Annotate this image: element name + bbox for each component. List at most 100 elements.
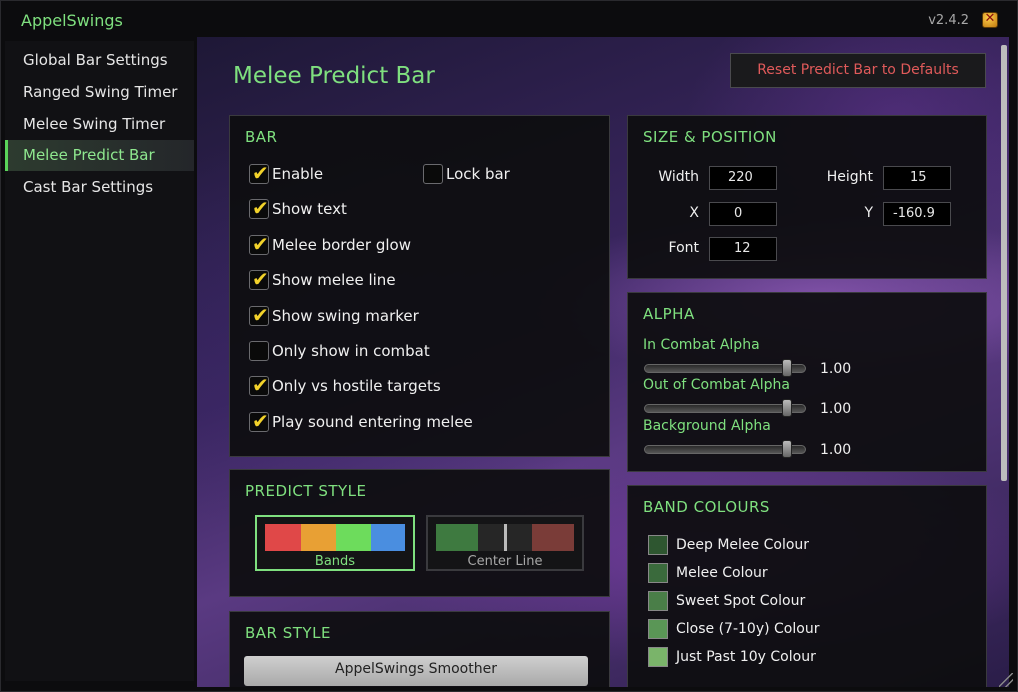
page-title: Melee Predict Bar: [233, 63, 435, 89]
panel-title: BAR STYLE: [245, 624, 331, 642]
melee-colour-picker[interactable]: Melee Colour: [648, 563, 768, 583]
band-colours-panel: BAND COLOURS Deep Melee Colour Melee Col…: [627, 485, 987, 687]
colour-label: Deep Melee Colour: [676, 537, 810, 553]
bar-style-panel: BAR STYLE AppelSwings Smoother: [229, 611, 610, 687]
out-of-combat-alpha-label: Out of Combat Alpha: [643, 377, 790, 393]
band-segment-green: [336, 524, 371, 551]
bar-style-dropdown[interactable]: AppelSwings Smoother: [244, 656, 588, 686]
y-label: Y: [864, 205, 873, 221]
in-combat-alpha-value: 1.00: [820, 361, 852, 377]
checkbox-label: Play sound entering melee: [272, 413, 473, 431]
checkbox-label: Only vs hostile targets: [272, 377, 441, 395]
colour-label: Just Past 10y Colour: [676, 649, 816, 665]
y-input[interactable]: -160.9: [883, 202, 951, 226]
bands-style-option[interactable]: Bands: [255, 515, 415, 571]
checkbox-box[interactable]: [249, 232, 269, 256]
sidebar: Global Bar Settings Ranged Swing Timer M…: [5, 41, 194, 681]
title-bar[interactable]: AppelSwings v2.4.2 ✕: [1, 1, 1017, 37]
height-label: Height: [826, 169, 873, 185]
predict-style-panel: PREDICT STYLE Bands Center Line: [229, 469, 610, 597]
settings-content: Melee Predict Bar Reset Predict Bar to D…: [197, 37, 1009, 687]
resize-grip-icon[interactable]: [999, 673, 1013, 687]
checkbox-box[interactable]: [249, 161, 269, 185]
melee-border-glow-checkbox[interactable]: Melee border glow: [249, 232, 411, 256]
sidebar-item-ranged-swing-timer[interactable]: Ranged Swing Timer: [5, 77, 194, 108]
just-past-10y-colour-picker[interactable]: Just Past 10y Colour: [648, 647, 816, 667]
x-input[interactable]: 0: [709, 202, 777, 226]
reset-defaults-button[interactable]: Reset Predict Bar to Defaults: [730, 53, 986, 88]
checkbox-label: Show swing marker: [272, 307, 419, 325]
band-segment-red: [532, 524, 574, 551]
width-input[interactable]: 220: [709, 166, 777, 190]
colour-swatch[interactable]: [648, 535, 668, 555]
enable-checkbox[interactable]: Enable: [249, 161, 324, 185]
scrollbar[interactable]: [1001, 45, 1007, 481]
show-text-checkbox[interactable]: Show text: [249, 196, 347, 220]
slider-thumb[interactable]: [782, 399, 792, 417]
show-swing-marker-checkbox[interactable]: Show swing marker: [249, 303, 419, 327]
background-alpha-value: 1.00: [820, 442, 852, 458]
slider-thumb[interactable]: [782, 440, 792, 458]
panel-title: BAR: [245, 128, 278, 146]
version-label: v2.4.2: [928, 13, 969, 28]
font-label: Font: [668, 240, 699, 256]
only-show-in-combat-checkbox[interactable]: Only show in combat: [249, 340, 430, 362]
play-sound-checkbox[interactable]: Play sound entering melee: [249, 409, 473, 433]
panel-title: ALPHA: [643, 305, 695, 323]
show-melee-line-checkbox[interactable]: Show melee line: [249, 267, 396, 291]
slider-thumb[interactable]: [782, 359, 792, 377]
colour-swatch[interactable]: [648, 619, 668, 639]
checkbox-label: Show text: [272, 200, 347, 218]
addon-window: AppelSwings v2.4.2 ✕ Global Bar Settings…: [0, 0, 1018, 692]
center-line-style-label: Center Line: [467, 554, 543, 569]
sidebar-item-melee-swing-timer[interactable]: Melee Swing Timer: [5, 109, 194, 140]
alpha-panel: ALPHA In Combat Alpha 1.00 Out of Combat…: [627, 292, 987, 472]
checkbox-label: Only show in combat: [272, 342, 430, 360]
colour-label: Close (7-10y) Colour: [676, 621, 820, 637]
colour-swatch[interactable]: [648, 647, 668, 667]
close-icon: ✕: [984, 11, 996, 26]
only-vs-hostile-checkbox[interactable]: Only vs hostile targets: [249, 373, 441, 397]
panel-title: BAND COLOURS: [643, 498, 770, 516]
close-button[interactable]: ✕: [982, 11, 998, 28]
panel-title: SIZE & POSITION: [643, 128, 777, 146]
checkbox-box[interactable]: [249, 373, 269, 397]
height-input[interactable]: 15: [883, 166, 951, 190]
out-of-combat-alpha-value: 1.00: [820, 401, 852, 417]
checkbox-label: Show melee line: [272, 271, 396, 289]
close-colour-picker[interactable]: Close (7-10y) Colour: [648, 619, 819, 639]
checkbox-label: Enable: [272, 165, 324, 183]
app-title: AppelSwings: [21, 11, 123, 30]
checkbox-label: Lock bar: [446, 165, 510, 183]
panel-title: PREDICT STYLE: [245, 482, 367, 500]
x-label: X: [689, 205, 699, 221]
sidebar-item-melee-predict-bar[interactable]: Melee Predict Bar: [5, 140, 194, 171]
lock-bar-checkbox[interactable]: Lock bar: [423, 163, 510, 185]
checkbox-box[interactable]: [249, 196, 269, 220]
checkbox-box[interactable]: [249, 267, 269, 291]
band-segment-red: [265, 524, 301, 551]
checkbox-box[interactable]: [249, 303, 269, 327]
size-position-panel: SIZE & POSITION Width 220 Height 15 X 0 …: [627, 115, 987, 279]
sidebar-item-global-bar-settings[interactable]: Global Bar Settings: [5, 45, 194, 76]
checkbox-label: Melee border glow: [272, 236, 411, 254]
center-line-marker: [504, 524, 507, 551]
band-segment-green: [436, 524, 478, 551]
sidebar-item-cast-bar-settings[interactable]: Cast Bar Settings: [5, 172, 194, 203]
checkbox-box[interactable]: [423, 164, 443, 184]
background-alpha-label: Background Alpha: [643, 418, 771, 434]
width-label: Width: [658, 169, 699, 185]
checkbox-box[interactable]: [249, 409, 269, 433]
colour-swatch[interactable]: [648, 563, 668, 583]
colour-swatch[interactable]: [648, 591, 668, 611]
bands-style-label: Bands: [314, 554, 356, 569]
bar-panel: BAR Enable Lock bar Show text Melee bord…: [229, 115, 610, 457]
font-input[interactable]: 12: [709, 237, 777, 261]
colour-label: Sweet Spot Colour: [676, 593, 806, 609]
deep-melee-colour-picker[interactable]: Deep Melee Colour: [648, 535, 809, 555]
in-combat-alpha-label: In Combat Alpha: [643, 337, 760, 353]
center-line-style-option[interactable]: Center Line: [426, 515, 584, 571]
checkbox-box[interactable]: [249, 341, 269, 361]
band-segment-orange: [301, 524, 336, 551]
sweet-spot-colour-picker[interactable]: Sweet Spot Colour: [648, 591, 805, 611]
